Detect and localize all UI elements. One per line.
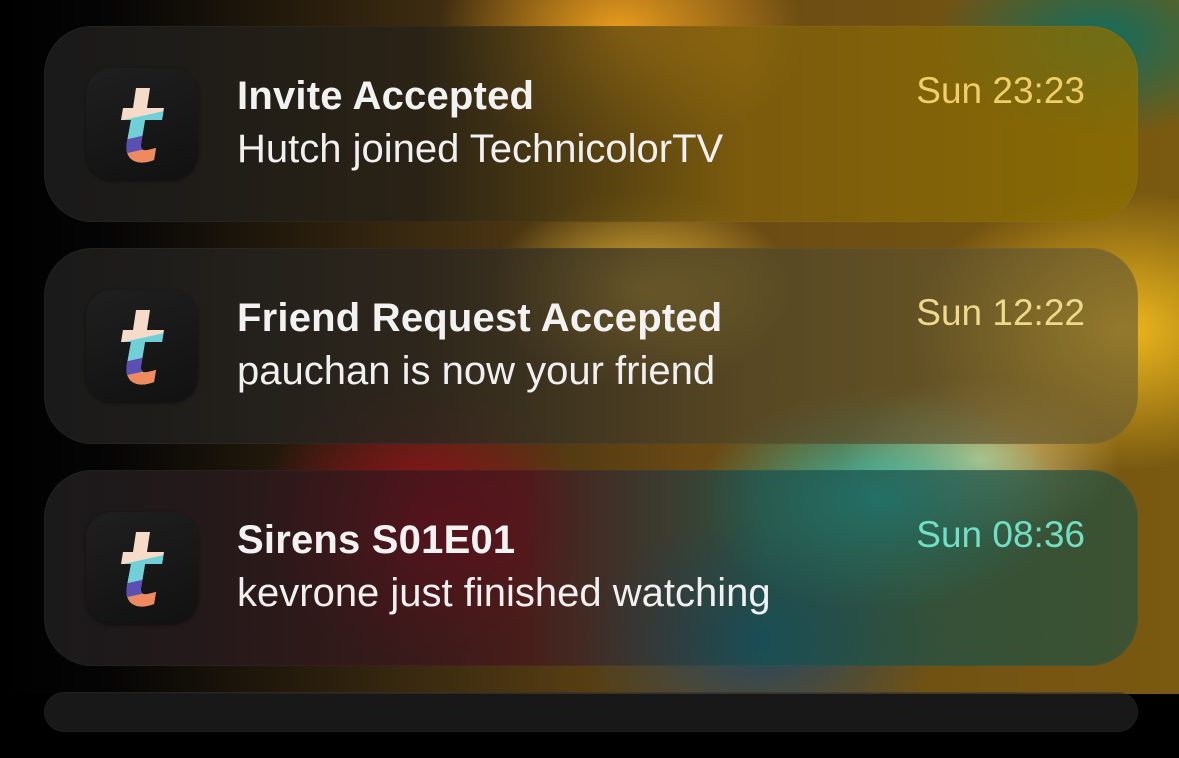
technicolortv-app-icon — [86, 512, 198, 624]
notification-title: Invite Accepted — [237, 74, 535, 118]
notification-card-partial[interactable] — [44, 692, 1138, 732]
technicolortv-app-icon — [86, 68, 198, 180]
notification-card-sirens-s01e01[interactable]: Sirens S01E01 kevrone just finished watc… — [44, 470, 1138, 666]
notification-time: Sun 12:22 — [916, 292, 1085, 333]
notification-title: Friend Request Accepted — [237, 296, 723, 340]
notification-title: Sirens S01E01 — [237, 518, 516, 562]
notification-body: kevrone just finished watching — [237, 571, 771, 615]
notification-body: Hutch joined TechnicolorTV — [237, 127, 724, 171]
notification-stack: Invite Accepted Hutch joined Technicolor… — [44, 26, 1138, 758]
notification-card-invite-accepted[interactable]: Invite Accepted Hutch joined Technicolor… — [44, 26, 1138, 222]
technicolortv-app-icon — [86, 290, 198, 402]
notification-time: Sun 23:23 — [916, 70, 1085, 111]
notification-time: Sun 08:36 — [916, 514, 1085, 555]
notification-body: pauchan is now your friend — [237, 349, 716, 393]
notification-card-friend-request-accepted[interactable]: Friend Request Accepted pauchan is now y… — [44, 248, 1138, 444]
